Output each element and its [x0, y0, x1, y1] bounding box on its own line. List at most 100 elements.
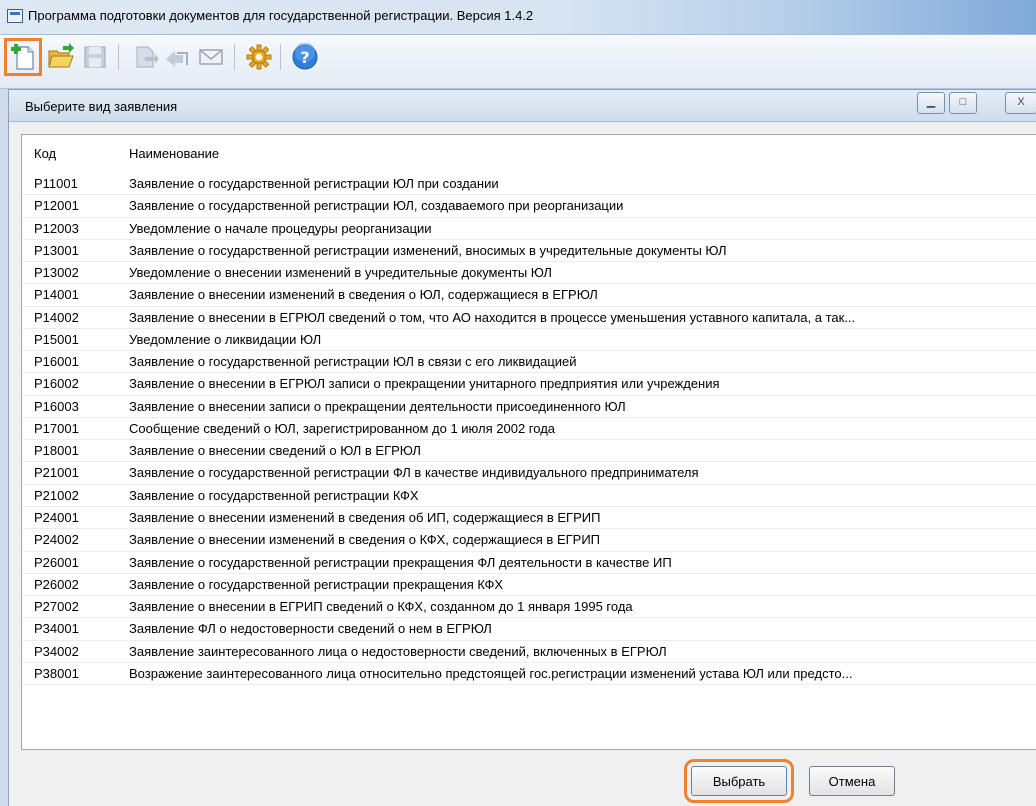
open-folder-icon: [48, 43, 74, 68]
list-row[interactable]: Р16001 Заявление о государственной регист…: [22, 351, 1036, 374]
row-name: Заявление о государственной регистрации …: [129, 576, 504, 592]
dialog-title-bar: Выберите вид заявления ▁ □ X: [9, 90, 1036, 122]
app-window-icon: [7, 9, 23, 23]
select-button[interactable]: Выбрать: [684, 759, 794, 803]
row-name: Заявление ФЛ о недостоверности сведений …: [129, 621, 492, 637]
list-row[interactable]: Р21002 Заявление о государственной регист…: [22, 485, 1036, 507]
application-type-list[interactable]: Код Наименование Р11001 Заявление о госуд…: [21, 134, 1036, 750]
choose-application-type-dialog: Выберите вид заявления ▁ □ X Код Наимено…: [8, 89, 1036, 806]
row-code: Р15001: [34, 331, 79, 347]
row-name: Сообщение сведений о ЮЛ, зарегистрирован…: [129, 420, 556, 436]
settings-button[interactable]: [244, 42, 274, 72]
row-name: Заявление о внесении изменений в сведени…: [129, 509, 601, 525]
list-row[interactable]: Р21001 Заявление о государственной регист…: [22, 462, 1036, 485]
maximize-button[interactable]: □: [949, 92, 977, 114]
list-row[interactable]: Р15001 Уведомление о ликвидации ЮЛ: [22, 329, 1036, 352]
settings-gear-icon: [246, 44, 272, 70]
row-code: Р13001: [34, 242, 79, 258]
list-row[interactable]: Р13002 Уведомление о внесении изменений в…: [22, 262, 1036, 285]
print-button[interactable]: [130, 42, 160, 72]
list-row[interactable]: Р16002 Заявление о внесении в ЕГРЮЛ запис…: [22, 373, 1036, 396]
mail-button[interactable]: [196, 42, 226, 72]
list-row[interactable]: Р26002 Заявление о государственной регист…: [22, 574, 1036, 597]
dialog-title: Выберите вид заявления: [25, 99, 178, 114]
help-button[interactable]: ?: [290, 42, 320, 72]
row-name: Уведомление о внесении изменений в учред…: [129, 265, 552, 281]
row-name: Заявление о внесении записи о прекращени…: [129, 398, 626, 414]
export-icon: [166, 51, 188, 67]
list-row[interactable]: Р12001 Заявление о государственной регист…: [22, 195, 1036, 218]
row-name: Заявление о государственной регистрации …: [129, 465, 699, 481]
row-code: Р26002: [34, 576, 79, 592]
row-name: Заявление о государственной регистрации …: [129, 554, 672, 570]
list-row[interactable]: Р18001 Заявление о внесении сведений о ЮЛ…: [22, 440, 1036, 463]
list-row[interactable]: Р27002 Заявление о внесении в ЕГРИП сведе…: [22, 596, 1036, 619]
row-code: Р17001: [34, 420, 79, 436]
list-row[interactable]: Р12003 Уведомление о начале процедуры рео…: [22, 218, 1036, 240]
minimize-button[interactable]: ▁: [917, 92, 945, 114]
row-code: Р12001: [34, 198, 79, 214]
list-rows: Р11001 Заявление о государственной регист…: [22, 173, 1036, 686]
row-code: Р24001: [34, 509, 79, 525]
list-row[interactable]: Р13001 Заявление о государственной регист…: [22, 240, 1036, 263]
row-name: Заявление о внесении изменений в сведени…: [129, 287, 598, 303]
new-document-button[interactable]: [4, 38, 42, 76]
save-button[interactable]: [80, 42, 110, 72]
open-folder-button[interactable]: [46, 42, 76, 72]
row-name: Возражение заинтересованного лица относи…: [129, 665, 853, 681]
list-row[interactable]: Р38001 Возражение заинтересованного лица …: [22, 663, 1036, 686]
row-code: Р24002: [34, 532, 79, 548]
list-row[interactable]: Р17001 Сообщение сведений о ЮЛ, зарегистр…: [22, 418, 1036, 441]
toolbar-separator: [280, 44, 281, 70]
row-code: Р13002: [34, 265, 79, 281]
list-row[interactable]: Р34002 Заявление заинтересованного лица о…: [22, 641, 1036, 663]
row-code: Р38001: [34, 665, 79, 681]
row-name: Заявление о внесении в ЕГРЮЛ сведений о …: [129, 309, 856, 325]
list-row[interactable]: Р24002 Заявление о внесении изменений в с…: [22, 529, 1036, 552]
app-title: Программа подготовки документов для госу…: [28, 8, 534, 23]
save-icon: [84, 46, 106, 68]
list-row[interactable]: Р26001 Заявление о государственной регист…: [22, 552, 1036, 574]
list-row[interactable]: Р16003 Заявление о внесении записи о прек…: [22, 396, 1036, 418]
column-header-code[interactable]: Код: [34, 146, 56, 161]
row-code: Р18001: [34, 443, 79, 459]
list-row[interactable]: Р11001 Заявление о государственной регист…: [22, 173, 1036, 196]
row-code: Р14001: [34, 287, 79, 303]
row-name: Заявление о государственной регистрации …: [129, 198, 624, 214]
column-header-name[interactable]: Наименование: [129, 146, 219, 161]
row-code: Р34002: [34, 643, 79, 659]
list-row[interactable]: Р14001 Заявление о внесении изменений в с…: [22, 284, 1036, 307]
row-name: Уведомление о ликвидации ЮЛ: [129, 331, 322, 347]
row-code: Р26001: [34, 554, 79, 570]
close-button[interactable]: X: [1005, 92, 1036, 114]
row-name: Заявление заинтересованного лица о недос…: [129, 643, 667, 659]
list-header: Код Наименование: [22, 135, 1036, 173]
row-name: Заявление о государственной регистрации …: [129, 487, 419, 503]
cancel-button[interactable]: Отмена: [809, 766, 895, 796]
row-name: Заявление о внесении в ЕГРИП сведений о …: [129, 599, 633, 615]
row-name: Заявление о внесении сведений о ЮЛ в ЕГР…: [129, 443, 421, 459]
row-name: Заявление о государственной регистрации …: [129, 242, 727, 258]
row-name: Заявление о государственной регистрации …: [129, 176, 499, 191]
row-code: Р11001: [34, 176, 78, 191]
row-name: Заявление о внесении изменений в сведени…: [129, 532, 601, 548]
list-row[interactable]: Р14002 Заявление о внесении в ЕГРЮЛ сведе…: [22, 307, 1036, 329]
svg-text:?: ?: [300, 48, 309, 67]
row-name: Заявление о внесении в ЕГРЮЛ записи о пр…: [129, 376, 720, 392]
main-toolbar: ?: [0, 35, 1036, 89]
row-code: Р16002: [34, 376, 79, 392]
help-icon: ?: [292, 43, 318, 70]
row-name: Уведомление о начале процедуры реорганиз…: [129, 220, 432, 236]
row-code: Р21001: [34, 465, 79, 481]
row-code: Р16001: [34, 354, 79, 370]
row-name: Заявление о государственной регистрации …: [129, 354, 577, 370]
export-button[interactable]: [162, 42, 192, 72]
app-title-bar: Программа подготовки документов для госу…: [0, 0, 1036, 35]
list-row[interactable]: Р34001 Заявление ФЛ о недостоверности све…: [22, 618, 1036, 641]
new-document-icon: [11, 44, 34, 70]
list-row[interactable]: Р24001 Заявление о внесении изменений в с…: [22, 507, 1036, 530]
row-code: Р27002: [34, 599, 79, 615]
mail-icon: [199, 49, 223, 65]
row-code: Р12003: [34, 220, 79, 236]
print-icon: [136, 46, 159, 68]
